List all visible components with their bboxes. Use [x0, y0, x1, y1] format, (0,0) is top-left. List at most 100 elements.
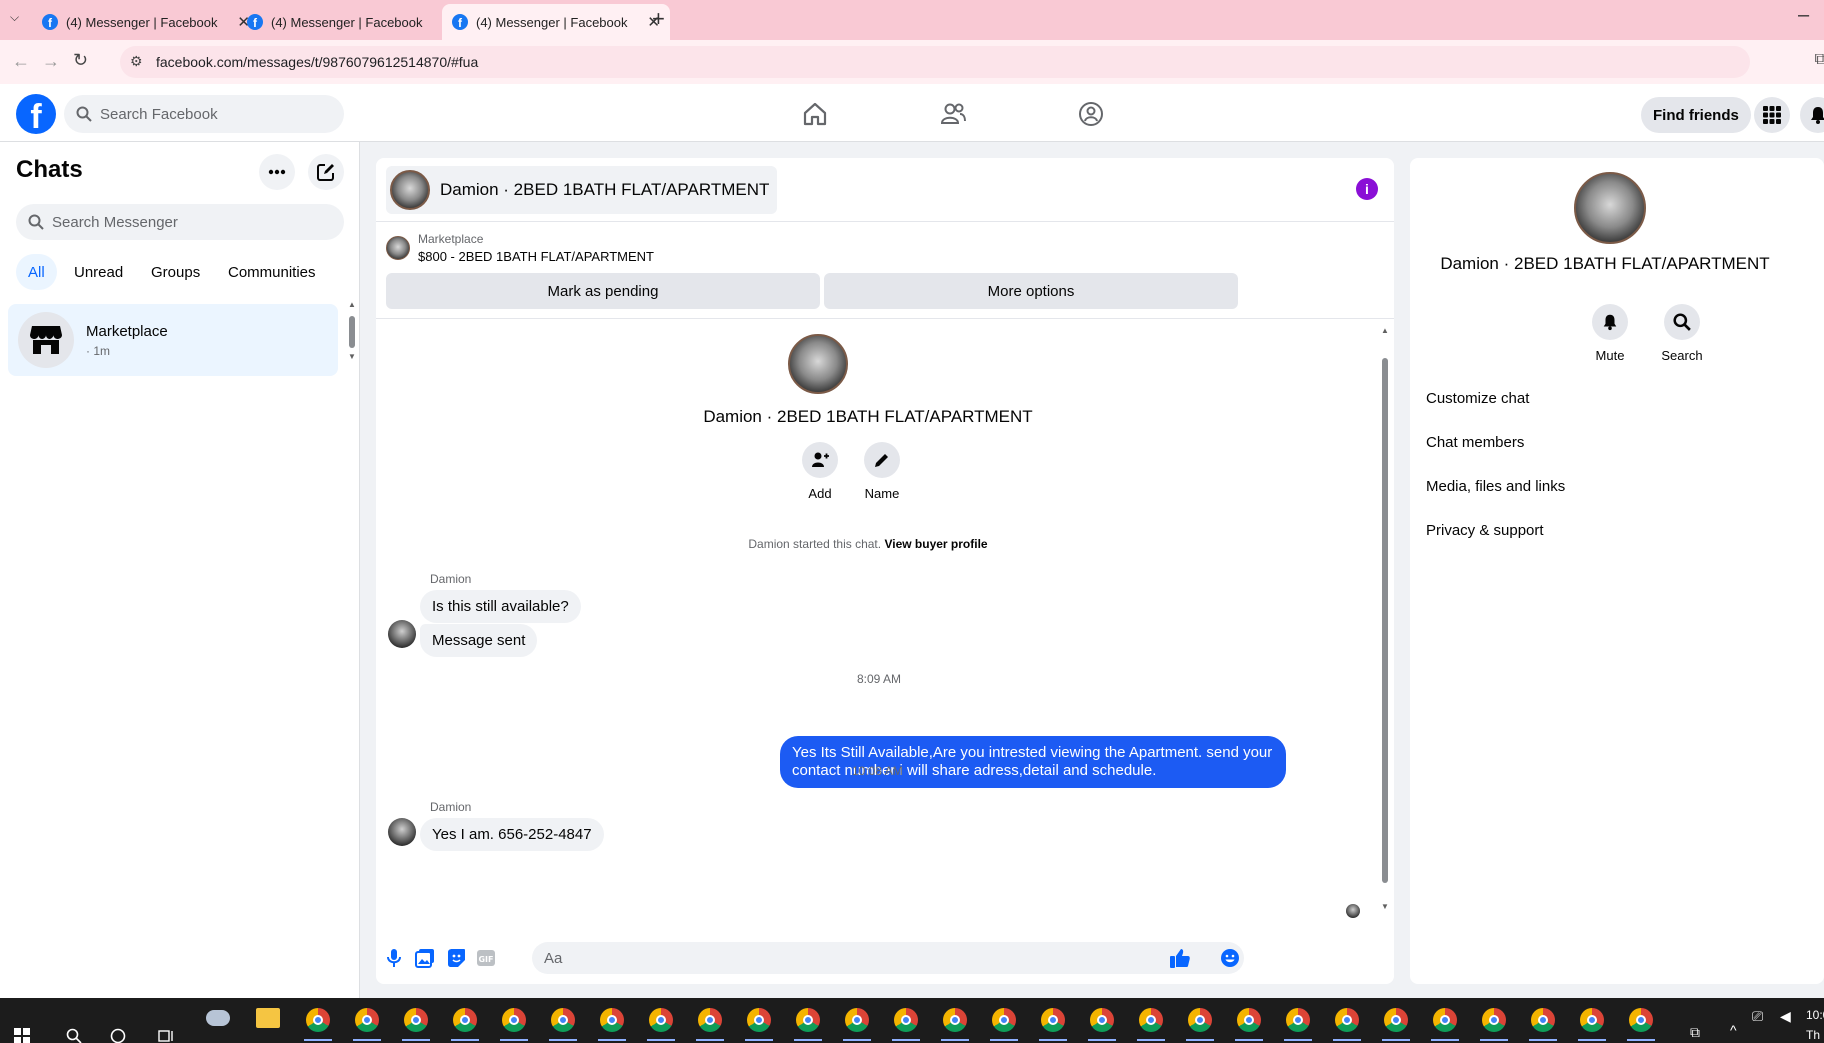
thumbs-up-like-icon[interactable]	[1168, 946, 1192, 970]
chrome-taskbar-icon[interactable]	[1531, 1008, 1555, 1032]
facebook-logo-icon[interactable]: f	[16, 94, 56, 134]
chrome-taskbar-icon[interactable]	[355, 1008, 379, 1032]
outgoing-message[interactable]: Yes Its Still Available,Are you intreste…	[780, 736, 1286, 788]
microphone-icon[interactable]	[382, 946, 406, 970]
browser-tab-2[interactable]: f (4) Messenger | Facebook ✕	[237, 4, 465, 40]
address-bar[interactable]: ⚙ facebook.com/messages/t/98760796125148…	[120, 46, 1824, 78]
scroll-thumb[interactable]	[1382, 358, 1388, 883]
browser-tab-1[interactable]: f (4) Messenger | Facebook ✕	[32, 4, 260, 40]
search-action[interactable]: Search	[1652, 304, 1712, 363]
facebook-search-input[interactable]: Search Facebook	[64, 95, 344, 133]
conversation-scrollbar[interactable]: ▲ ▼	[1380, 326, 1390, 911]
find-friends-button[interactable]: Find friends	[1641, 97, 1751, 133]
photo-gallery-icon[interactable]	[413, 946, 437, 970]
sticker-icon[interactable]	[444, 946, 468, 970]
chrome-taskbar-icon[interactable]	[1384, 1008, 1408, 1032]
chat-members-item[interactable]: Chat members	[1426, 434, 1524, 451]
mute-action[interactable]: Mute	[1580, 304, 1640, 363]
chrome-taskbar-icon[interactable]	[502, 1008, 526, 1032]
weather-widget-icon[interactable]	[206, 1010, 230, 1026]
chrome-taskbar-icon[interactable]	[1139, 1008, 1163, 1032]
name-action[interactable]: Name	[854, 442, 910, 501]
filter-groups[interactable]: Groups	[139, 254, 212, 290]
gif-icon[interactable]: GIF	[474, 946, 498, 970]
tab-search-chevron-icon[interactable]: ⌵	[10, 10, 19, 25]
system-tray-icon[interactable]: ⧉	[1690, 1024, 1700, 1041]
filter-communities[interactable]: Communities	[216, 254, 328, 290]
chrome-taskbar-icon[interactable]	[600, 1008, 624, 1032]
conversation-title-button[interactable]: Damion · 2BED 1BATH FLAT/APARTMENT	[386, 166, 778, 214]
reload-icon[interactable]: ↻	[73, 50, 88, 71]
messenger-search-input[interactable]: Search Messenger	[16, 204, 344, 240]
media-files-links-item[interactable]: Media, files and links	[1426, 478, 1565, 495]
new-tab-icon[interactable]: +	[652, 6, 665, 32]
chrome-taskbar-icon[interactable]	[1335, 1008, 1359, 1032]
browser-tab-3-active[interactable]: f (4) Messenger | Facebook ✕	[442, 4, 670, 40]
file-explorer-icon[interactable]	[256, 1008, 280, 1028]
chrome-taskbar-icon[interactable]	[1286, 1008, 1310, 1032]
mark-as-pending-button[interactable]: Mark as pending	[386, 273, 820, 309]
chrome-taskbar-icon[interactable]	[306, 1008, 330, 1032]
chrome-taskbar-icon[interactable]	[845, 1008, 869, 1032]
chrome-taskbar-icon[interactable]	[747, 1008, 771, 1032]
chrome-taskbar-icon[interactable]	[1041, 1008, 1065, 1032]
chrome-taskbar-icon[interactable]	[1629, 1008, 1653, 1032]
notifications-button[interactable]	[1800, 97, 1824, 133]
chrome-taskbar-icon[interactable]	[1482, 1008, 1506, 1032]
chrome-taskbar-icon[interactable]	[698, 1008, 722, 1032]
chrome-taskbar-icon[interactable]	[649, 1008, 673, 1032]
friends-icon[interactable]	[939, 100, 967, 128]
incoming-message[interactable]: Yes I am. 656-252-4847	[420, 818, 604, 851]
chat-list-item[interactable]: Marketplace · 1m	[8, 304, 338, 376]
clock-time[interactable]: 10:0	[1806, 1008, 1824, 1022]
forward-icon[interactable]: →	[42, 51, 60, 72]
bell-icon[interactable]	[1592, 304, 1628, 340]
chrome-taskbar-icon[interactable]	[1237, 1008, 1261, 1032]
chrome-taskbar-icon[interactable]	[1580, 1008, 1604, 1032]
marketplace-listing-banner[interactable]: Marketplace $800 - 2BED 1BATH FLAT/APART…	[386, 232, 654, 264]
site-info-icon[interactable]: ⚙	[130, 53, 143, 70]
info-icon[interactable]: i	[1356, 178, 1378, 200]
emoji-icon[interactable]	[1220, 948, 1240, 968]
add-person-icon[interactable]	[802, 442, 838, 478]
customize-chat-item[interactable]: Customize chat	[1426, 390, 1529, 407]
add-people-action[interactable]: Add	[792, 442, 848, 501]
clock-date[interactable]: Th	[1806, 1028, 1820, 1042]
scroll-up-arrow-icon[interactable]: ▲	[348, 300, 356, 309]
chrome-taskbar-icon[interactable]	[453, 1008, 477, 1032]
menu-grid-button[interactable]	[1754, 97, 1790, 133]
incoming-message[interactable]: Is this still available?	[420, 590, 581, 623]
privacy-support-item[interactable]: Privacy & support	[1426, 522, 1544, 539]
chrome-taskbar-icon[interactable]	[943, 1008, 967, 1032]
chevron-up-icon[interactable]: ^	[1730, 1022, 1737, 1038]
chats-options-button[interactable]	[259, 154, 295, 190]
new-message-button[interactable]	[308, 154, 344, 190]
minimize-window-icon[interactable]: –	[1798, 4, 1809, 27]
network-icon[interactable]: ⎚	[1752, 1008, 1763, 1025]
chrome-taskbar-icon[interactable]	[1188, 1008, 1212, 1032]
scroll-up-arrow-icon[interactable]: ▲	[1381, 326, 1389, 335]
volume-icon[interactable]: ◀	[1780, 1008, 1791, 1025]
chrome-taskbar-icon[interactable]	[404, 1008, 428, 1032]
chrome-taskbar-icon[interactable]	[1090, 1008, 1114, 1032]
scroll-down-arrow-icon[interactable]: ▼	[348, 352, 356, 361]
chrome-taskbar-icon[interactable]	[796, 1008, 820, 1032]
more-options-button[interactable]: More options	[824, 273, 1238, 309]
chrome-taskbar-icon[interactable]	[992, 1008, 1016, 1032]
groups-icon[interactable]	[1077, 100, 1105, 128]
back-icon[interactable]: ←	[12, 51, 30, 72]
sidebar-scrollbar[interactable]: ▲ ▼	[348, 300, 356, 364]
chrome-taskbar-icon[interactable]	[1433, 1008, 1457, 1032]
pencil-icon[interactable]	[864, 442, 900, 478]
chrome-taskbar-icon[interactable]	[551, 1008, 575, 1032]
search-icon[interactable]	[1664, 304, 1700, 340]
cortana-icon[interactable]	[110, 1028, 126, 1043]
home-icon[interactable]	[801, 100, 829, 128]
message-input[interactable]: Aa	[532, 942, 1244, 974]
windows-start-icon[interactable]	[14, 1028, 30, 1043]
install-app-icon[interactable]: ⧉	[1815, 51, 1824, 69]
scroll-thumb[interactable]	[349, 316, 355, 348]
incoming-message[interactable]: Message sent	[420, 624, 538, 657]
view-buyer-profile-link[interactable]: View buyer profile	[884, 537, 987, 551]
filter-all[interactable]: All	[16, 254, 57, 290]
